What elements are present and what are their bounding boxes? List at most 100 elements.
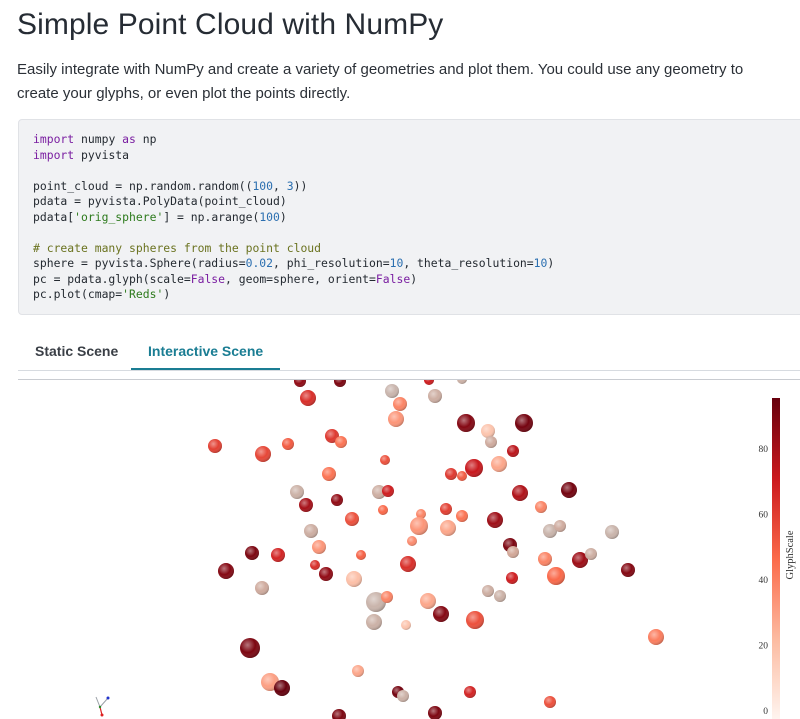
code-line: pc = pdata.glyph(scale=False, geom=spher… <box>33 272 554 288</box>
sphere-glyph <box>299 498 313 512</box>
sphere-glyph <box>494 590 506 602</box>
page-title: Simple Point Cloud with NumPy <box>17 8 444 41</box>
sphere-glyph <box>240 638 260 658</box>
code-line: pc.plot(cmap='Reds') <box>33 287 554 303</box>
code-token: , theta_resolution= <box>403 256 534 270</box>
colorbar-tick-label: 60 <box>759 510 769 520</box>
sphere-glyph <box>366 614 382 630</box>
sphere-glyph <box>648 629 664 645</box>
sphere-glyph <box>345 512 359 526</box>
tab-interactive-scene[interactable]: Interactive Scene <box>131 333 281 370</box>
code-line: pdata = pyvista.PolyData(point_cloud) <box>33 194 554 210</box>
colorbar-tick-label: 40 <box>759 576 769 586</box>
code-token: np <box>135 132 157 146</box>
sphere-glyph <box>507 546 519 558</box>
sphere-glyph <box>378 505 388 515</box>
code-line: pdata['orig_sphere'] = np.arange(100) <box>33 210 554 226</box>
sphere-glyph <box>621 563 635 577</box>
sphere-glyph <box>407 536 417 546</box>
sphere-glyph <box>322 467 336 481</box>
interactive-scene-viewport[interactable]: 0 20 40 60 80 GlyphScale <box>18 379 800 719</box>
sphere-glyph <box>400 556 416 572</box>
sphere-glyph <box>507 445 519 457</box>
sphere-glyph <box>428 389 442 403</box>
sphere-glyph <box>255 446 271 462</box>
point-cloud-render[interactable]: 0 20 40 60 80 GlyphScale <box>18 380 800 719</box>
sphere-glyph <box>456 510 468 522</box>
code-block[interactable]: import numpy as np import pyvista point_c… <box>18 119 800 315</box>
sphere-glyph <box>274 680 290 696</box>
code-token: False <box>375 271 411 286</box>
sphere-glyph <box>401 620 411 630</box>
code-token: 'orig_sphere' <box>74 209 164 224</box>
sphere-glyph <box>245 546 259 560</box>
sphere-glyph <box>535 501 547 513</box>
code-token: # create many spheres from the point clo… <box>33 240 322 255</box>
sphere-glyph <box>440 503 452 515</box>
sphere-glyph <box>433 606 449 622</box>
code-token: as <box>122 132 136 146</box>
sphere-glyph <box>482 585 494 597</box>
sphere-glyph <box>410 517 428 535</box>
code-token: pdata = pyvista.PolyData(point_cloud) <box>33 194 287 208</box>
tab-static-scene[interactable]: Static Scene <box>18 333 135 369</box>
sphere-glyph <box>428 706 442 719</box>
sphere-glyph <box>393 397 407 411</box>
sphere-glyph <box>554 520 566 532</box>
sphere-glyph <box>381 591 393 603</box>
sphere-glyph <box>385 384 399 398</box>
orientation-axes-icon[interactable] <box>95 696 110 717</box>
code-line: # create many spheres from the point clo… <box>33 241 554 257</box>
code-token: 100 <box>259 209 280 224</box>
code-token: 100 <box>252 178 274 193</box>
sphere-glyph <box>346 571 362 587</box>
colorbar-gradient <box>772 398 780 719</box>
code-line: import pyvista <box>33 148 554 164</box>
sphere-glyph <box>457 414 475 432</box>
sphere-glyph <box>380 455 390 465</box>
code-token: numpy <box>74 132 123 146</box>
code-token: pc.plot(cmap= <box>33 287 123 301</box>
code-content[interactable]: import numpy as np import pyvista point_c… <box>33 132 554 303</box>
sphere-glyph <box>310 560 320 570</box>
sphere-glyph <box>282 438 294 450</box>
code-token: point_cloud = np.random.random(( <box>33 178 253 193</box>
sphere-glyph <box>255 581 269 595</box>
sphere-glyph <box>487 512 503 528</box>
code-token: ) <box>547 256 555 270</box>
sphere-glyph <box>585 548 597 560</box>
sphere-glyph <box>491 456 507 472</box>
code-token: False <box>190 271 226 286</box>
sphere-glyph <box>382 485 394 497</box>
sphere-glyph <box>208 439 222 453</box>
sphere-glyph <box>481 424 495 438</box>
code-token: import <box>33 147 75 162</box>
sphere-glyph <box>465 459 483 477</box>
colorbar-ticks: 0 20 40 60 80 <box>759 445 769 717</box>
sphere-glyph <box>544 696 556 708</box>
code-line: sphere = pyvista.Sphere(radius=0.02, phi… <box>33 256 554 272</box>
sphere-glyph <box>352 665 364 677</box>
sphere-glyph <box>300 390 316 406</box>
code-token: pyvista <box>74 147 130 162</box>
code-token: , geom=sphere, orient= <box>225 271 376 286</box>
sphere-glyph <box>561 482 577 498</box>
sphere-glyph <box>356 550 366 560</box>
sphere-glyph <box>605 525 619 539</box>
code-line: import numpy as np <box>33 132 554 148</box>
sphere-glyph <box>397 690 409 702</box>
sphere-glyph <box>334 380 346 387</box>
sphere-glyph <box>312 540 326 554</box>
sphere-glyph <box>457 380 467 384</box>
code-token: ) <box>163 287 171 301</box>
sphere-glyph <box>304 524 318 538</box>
code-token: 10 <box>389 256 404 270</box>
code-token: 3 <box>286 178 294 193</box>
sphere-glyph <box>464 686 476 698</box>
sphere-glyph <box>331 494 343 506</box>
sphere-glyph <box>538 552 552 566</box>
code-token: pdata[ <box>33 209 75 224</box>
sphere-glyph <box>294 380 306 387</box>
point-cloud-spheres <box>208 380 664 719</box>
